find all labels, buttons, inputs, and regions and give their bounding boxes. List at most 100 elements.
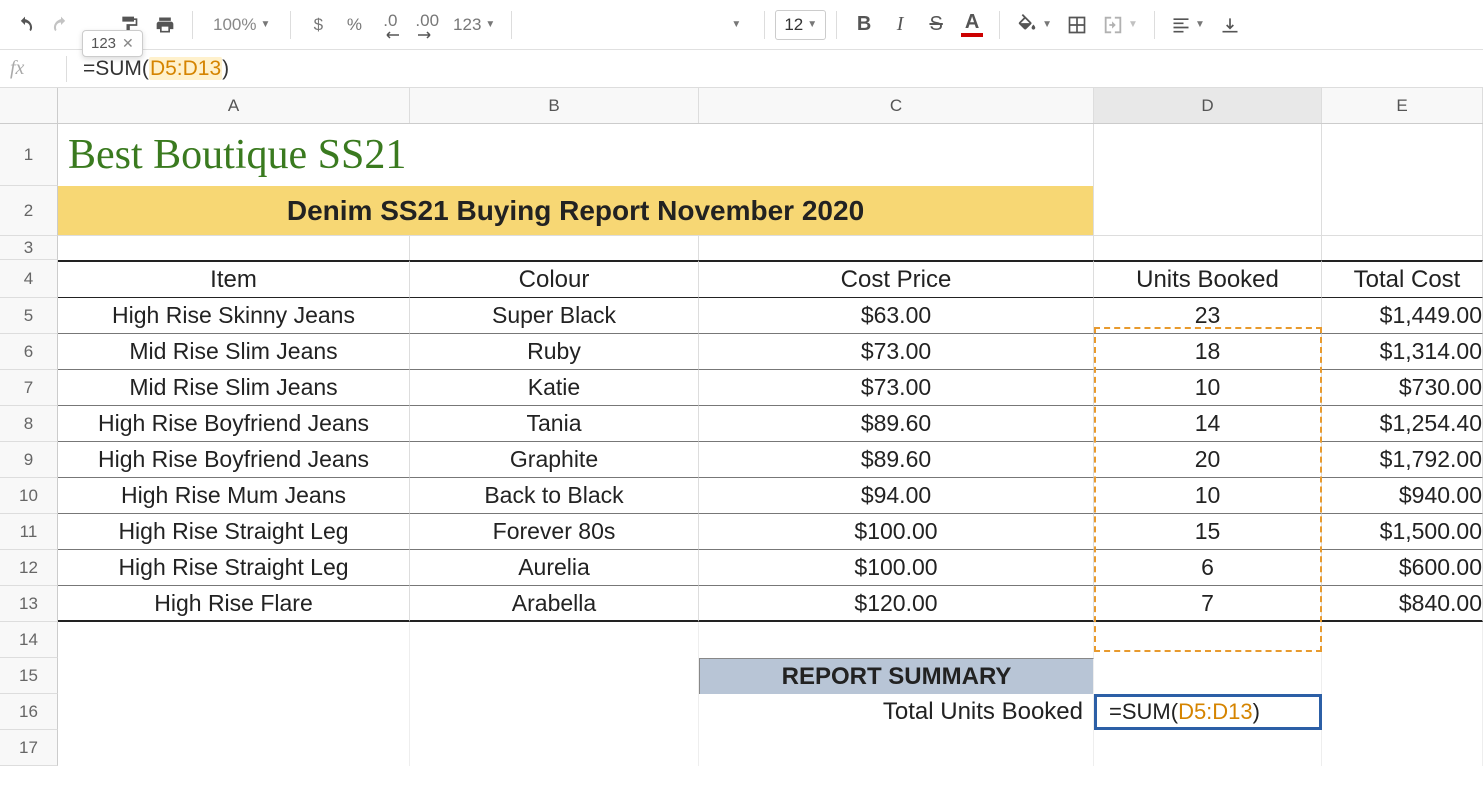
cell[interactable] [58, 622, 410, 658]
cell[interactable]: $120.00 [699, 586, 1094, 622]
row-header[interactable]: 7 [0, 370, 58, 406]
column-header[interactable]: D [1094, 88, 1322, 123]
cell[interactable]: Tania [410, 406, 699, 442]
cell[interactable]: Super Black [410, 298, 699, 334]
cell[interactable]: $1,500.00 [1322, 514, 1483, 550]
cell[interactable] [1322, 694, 1483, 730]
cell[interactable]: $1,314.00 [1322, 334, 1483, 370]
format-currency-button[interactable]: $ [301, 8, 335, 42]
redo-button[interactable] [44, 8, 78, 42]
row-header[interactable]: 2 [0, 186, 58, 236]
cell[interactable] [1094, 124, 1322, 186]
print-button[interactable] [148, 8, 182, 42]
column-header[interactable]: C [699, 88, 1094, 123]
subtitle-cell[interactable]: Denim SS21 Buying Report November 2020 [58, 186, 1094, 236]
cell[interactable]: $100.00 [699, 550, 1094, 586]
cell[interactable]: $840.00 [1322, 586, 1483, 622]
cell[interactable] [410, 658, 699, 694]
cell[interactable] [1094, 236, 1322, 260]
font-dropdown[interactable]: ▼ [714, 8, 754, 42]
cell[interactable] [58, 658, 410, 694]
cell[interactable]: High Rise Boyfriend Jeans [58, 406, 410, 442]
cell[interactable]: $730.00 [1322, 370, 1483, 406]
column-header[interactable]: B [410, 88, 699, 123]
increase-decimal-button[interactable]: .00 [409, 8, 445, 42]
cell[interactable] [699, 730, 1094, 766]
summary-label[interactable]: Total Units Booked [699, 694, 1094, 730]
row-header[interactable]: 14 [0, 622, 58, 658]
cell[interactable] [699, 236, 1094, 260]
cell[interactable]: $89.60 [699, 442, 1094, 478]
cell[interactable] [58, 730, 410, 766]
cell[interactable]: $1,449.00 [1322, 298, 1483, 334]
header-cell[interactable]: Cost Price [699, 260, 1094, 298]
cell[interactable]: High Rise Flare [58, 586, 410, 622]
cell[interactable] [410, 730, 699, 766]
cell[interactable] [1094, 186, 1322, 236]
cell[interactable]: Katie [410, 370, 699, 406]
cell[interactable] [410, 622, 699, 658]
cell[interactable] [1322, 622, 1483, 658]
undo-button[interactable] [8, 8, 42, 42]
vertical-align-button[interactable] [1213, 8, 1247, 42]
column-header[interactable]: E [1322, 88, 1483, 123]
cell[interactable]: High Rise Skinny Jeans [58, 298, 410, 334]
cell[interactable] [58, 694, 410, 730]
cell[interactable] [410, 236, 699, 260]
merge-cells-button[interactable]: ▼ [1096, 8, 1144, 42]
summary-header[interactable]: REPORT SUMMARY [699, 658, 1094, 694]
cell[interactable] [699, 622, 1094, 658]
italic-button[interactable]: I [883, 8, 917, 42]
row-header[interactable]: 13 [0, 586, 58, 622]
header-cell[interactable]: Item [58, 260, 410, 298]
cell[interactable]: $89.60 [699, 406, 1094, 442]
header-cell[interactable]: Units Booked [1094, 260, 1322, 298]
cell[interactable] [1094, 730, 1322, 766]
cell[interactable]: $73.00 [699, 334, 1094, 370]
cell[interactable]: High Rise Boyfriend Jeans [58, 442, 410, 478]
row-header[interactable]: 12 [0, 550, 58, 586]
cell[interactable]: $1,792.00 [1322, 442, 1483, 478]
text-color-button[interactable]: A [955, 8, 989, 42]
cell[interactable]: High Rise Mum Jeans [58, 478, 410, 514]
row-header[interactable]: 3 [0, 236, 58, 260]
row-header[interactable]: 15 [0, 658, 58, 694]
cell[interactable] [1322, 730, 1483, 766]
column-header[interactable]: A [58, 88, 410, 123]
cell[interactable]: High Rise Straight Leg [58, 550, 410, 586]
zoom-dropdown[interactable]: 100% ▼ [203, 15, 280, 35]
more-formats-dropdown[interactable]: 123 ▼ [447, 8, 501, 42]
cell[interactable] [1094, 658, 1322, 694]
cell[interactable]: $600.00 [1322, 550, 1483, 586]
font-size-input[interactable]: 12 ▼ [775, 10, 826, 40]
formula-input[interactable]: =SUM(D5:D13) [83, 57, 229, 81]
cell[interactable] [1322, 658, 1483, 694]
select-all-cell[interactable] [0, 88, 58, 123]
row-header[interactable]: 11 [0, 514, 58, 550]
borders-button[interactable] [1060, 8, 1094, 42]
cell[interactable] [1322, 124, 1483, 186]
cell[interactable]: $63.00 [699, 298, 1094, 334]
cell[interactable]: Forever 80s [410, 514, 699, 550]
row-header[interactable]: 16 [0, 694, 58, 730]
row-header[interactable]: 10 [0, 478, 58, 514]
decrease-decimal-button[interactable]: .0 [373, 8, 407, 42]
cell[interactable]: High Rise Straight Leg [58, 514, 410, 550]
cell[interactable]: $73.00 [699, 370, 1094, 406]
cell[interactable] [58, 236, 410, 260]
cell[interactable]: Mid Rise Slim Jeans [58, 370, 410, 406]
row-header[interactable]: 9 [0, 442, 58, 478]
header-cell[interactable]: Colour [410, 260, 699, 298]
strikethrough-button[interactable]: S [919, 8, 953, 42]
cell[interactable]: Ruby [410, 334, 699, 370]
cell[interactable]: Graphite [410, 442, 699, 478]
format-percent-button[interactable]: % [337, 8, 371, 42]
close-icon[interactable]: ✕ [122, 35, 134, 52]
cell[interactable]: Arabella [410, 586, 699, 622]
cell[interactable]: Aurelia [410, 550, 699, 586]
row-header[interactable]: 1 [0, 124, 58, 186]
active-cell[interactable]: =SUM(D5:D13) [1094, 694, 1322, 730]
row-header[interactable]: 8 [0, 406, 58, 442]
horizontal-align-button[interactable]: ▼ [1165, 8, 1211, 42]
row-header[interactable]: 17 [0, 730, 58, 766]
